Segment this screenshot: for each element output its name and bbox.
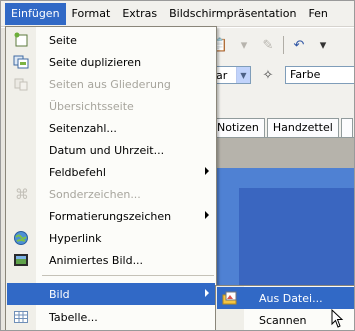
menu-item-bild[interactable]: Bild	[7, 283, 215, 305]
menu-item-datum-und-uhrzeit[interactable]: Datum und Uhrzeit...	[7, 139, 215, 161]
insert-menu: Seite Seite duplizieren Seiten aus Glied…	[5, 26, 217, 330]
menu-item-hyperlink[interactable]: Hyperlink	[7, 227, 215, 249]
menu-item-label: Sonderzeichen...	[49, 187, 141, 201]
format-paintbrush-icon[interactable]: ✎	[259, 36, 277, 54]
chevron-down-icon[interactable]: ▼	[236, 67, 250, 83]
menu-label: Format	[71, 6, 111, 20]
menu-label: Extras	[122, 6, 158, 20]
menu-item-label: Seiten aus Gliederung	[49, 77, 171, 91]
submenu-item-label: Scannen	[259, 313, 307, 327]
menu-einfuegen[interactable]: Einfügen	[5, 2, 66, 25]
line-style-value: ar	[216, 68, 228, 82]
menu-item-sonderzeichen: ⌘ Sonderzeichen...	[7, 183, 215, 205]
tab-more[interactable]	[340, 118, 353, 138]
undo-icon[interactable]: ↶	[290, 36, 308, 54]
menu-extras[interactable]: Extras	[116, 3, 163, 25]
outline-icon	[7, 76, 35, 92]
mouse-pointer-icon	[331, 309, 344, 328]
menu-item-label: Datum und Uhrzeit...	[49, 143, 165, 157]
menu-item-seite-duplizieren[interactable]: Seite duplizieren	[7, 51, 215, 73]
menu-item-label: Seite duplizieren	[49, 55, 142, 69]
menu-item-formatierungszeichen[interactable]: Formatierungszeichen	[7, 205, 215, 227]
standard-toolbar: 📋 ▾ ✎ ↶ ▾	[211, 33, 332, 57]
line-style-combo[interactable]: ar ▼	[211, 66, 251, 84]
tab-label: Handzettel	[272, 121, 333, 134]
workspace-grey	[211, 138, 354, 168]
color-field[interactable]: Farbe	[285, 66, 354, 84]
submenu-arrow-icon	[205, 289, 209, 297]
menubar: Einfügen Format Extras Bildschirmpräsent…	[1, 1, 354, 27]
menu-label: Einfügen	[11, 6, 60, 20]
menu-bildschirmpraesentation[interactable]: Bildschirmpräsentation	[163, 3, 302, 25]
toolbar-separator	[283, 36, 284, 54]
color-label: Farbe	[290, 68, 321, 81]
menu-item-tabelle[interactable]: Tabelle...	[7, 306, 215, 328]
submenu-item-label: Aus Datei...	[259, 291, 323, 305]
new-slide-icon	[7, 32, 35, 48]
menu-format[interactable]: Format	[66, 3, 117, 25]
submenu-arrow-icon	[205, 167, 209, 175]
menu-item-label: Seitenzahl...	[49, 121, 117, 135]
menu-fenster[interactable]: Fen	[302, 3, 333, 25]
special-character-icon: ⌘	[7, 186, 35, 202]
menu-label: Fen	[308, 6, 328, 20]
menu-label: Bildschirmpräsentation	[169, 6, 297, 20]
tab-handzettel[interactable]: Handzettel	[266, 118, 339, 138]
window: 📋 ▾ ✎ ↶ ▾ ar ▼ ✧ Farbe Notizen Handzette…	[0, 0, 355, 331]
menu-item-uebersichtsseite: Übersichtsseite	[7, 95, 215, 117]
menu-item-label: Tabelle...	[49, 310, 98, 324]
submenu-arrow-icon	[205, 211, 209, 219]
tab-label: Notizen	[217, 121, 259, 134]
menu-item-label: Formatierungszeichen	[49, 209, 172, 223]
menu-item-label: Bild	[49, 287, 70, 301]
paste-dropdown-icon[interactable]: ▾	[235, 36, 253, 54]
menu-item-feldbefehl[interactable]: Feldbefehl	[7, 161, 215, 183]
duplicate-slide-icon	[7, 54, 35, 70]
table-icon	[7, 309, 35, 325]
menu-item-label: Feldbefehl	[49, 165, 106, 179]
menu-item-animiertes-bild[interactable]: Animiertes Bild...	[7, 249, 215, 271]
menu-separator	[42, 275, 214, 276]
menu-item-label: Übersichtsseite	[49, 99, 134, 113]
line-toolbar: ar ▼ ✧ Farbe	[211, 63, 354, 87]
from-file-icon	[217, 290, 243, 306]
menu-item-label: Hyperlink	[49, 231, 102, 245]
submenu-item-aus-datei[interactable]: Aus Datei...	[217, 287, 354, 309]
menu-item-label: Seite	[49, 33, 77, 47]
menu-item-seite[interactable]: Seite	[7, 29, 215, 51]
menu-item-seiten-aus-gliederung: Seiten aus Gliederung	[7, 73, 215, 95]
tab-notizen[interactable]: Notizen	[211, 118, 265, 138]
svg-text:⌘: ⌘	[15, 187, 29, 202]
undo-dropdown-icon[interactable]: ▾	[314, 36, 332, 54]
view-tabs: Notizen Handzettel	[211, 116, 354, 138]
menu-item-label: Animiertes Bild...	[49, 253, 144, 267]
menu-item-seitenzahl[interactable]: Seitenzahl...	[7, 117, 215, 139]
animated-image-icon	[7, 252, 35, 268]
hyperlink-icon	[7, 230, 35, 246]
area-fill-icon[interactable]: ✧	[259, 66, 277, 84]
